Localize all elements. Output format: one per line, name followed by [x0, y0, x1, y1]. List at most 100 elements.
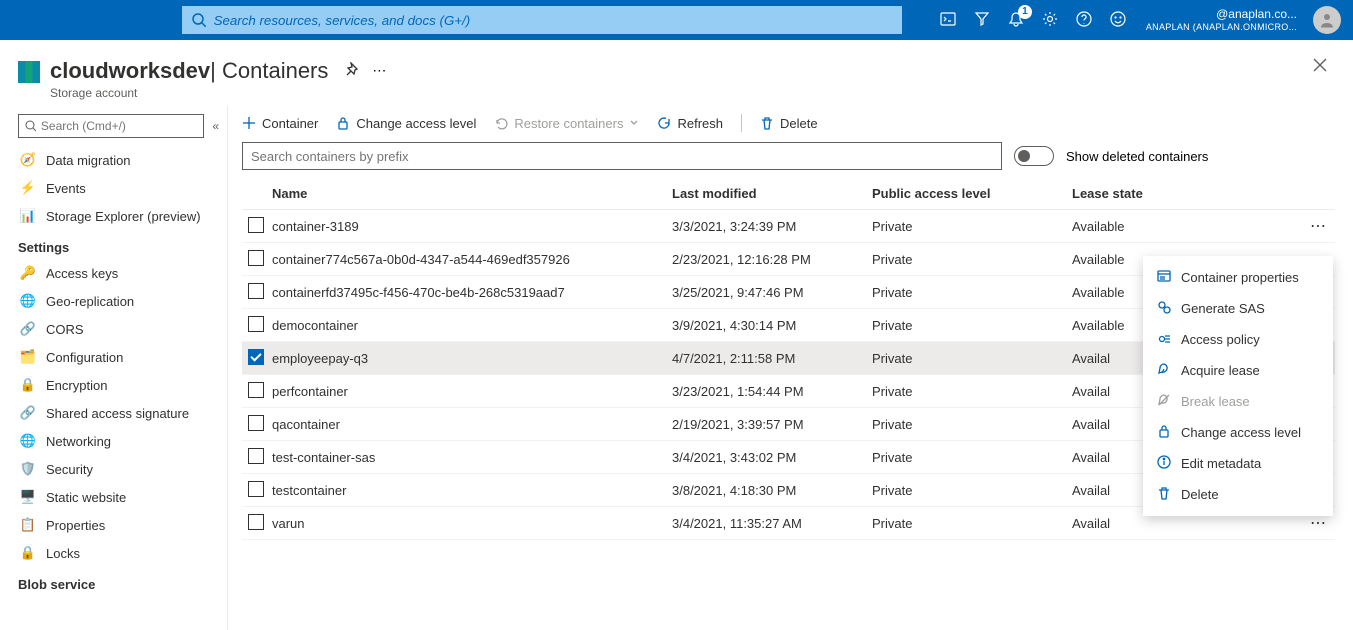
cell-name: varun: [272, 507, 672, 540]
row-checkbox[interactable]: [248, 382, 264, 398]
context-menu-label: Change access level: [1181, 425, 1301, 440]
row-checkbox[interactable]: [248, 217, 264, 233]
global-search-input[interactable]: [214, 13, 892, 28]
prefix-search-input[interactable]: [251, 143, 993, 169]
top-bar: 1 @anaplan.co... ANAPLAN (ANAPLAN.ONMICR…: [0, 0, 1353, 40]
context-menu-item[interactable]: Edit metadata: [1143, 448, 1333, 479]
collapse-sidebar-icon[interactable]: «: [212, 119, 219, 133]
chevron-down-icon: [629, 118, 639, 128]
sidebar-item-label: CORS: [46, 322, 84, 337]
cell-modified: 3/25/2021, 9:47:46 PM: [672, 276, 872, 309]
col-header-modified[interactable]: Last modified: [672, 178, 872, 210]
sidebar-item[interactable]: 🔗 CORS: [0, 315, 227, 343]
show-deleted-label: Show deleted containers: [1066, 149, 1208, 164]
sidebar-item[interactable]: 🖥️Static website: [0, 483, 227, 511]
sidebar-item-icon: 🔒: [20, 545, 36, 561]
toolbar: Container Change access level Restore co…: [242, 106, 1335, 142]
cell-lease: Available: [1072, 210, 1305, 243]
cell-modified: 2/19/2021, 3:39:57 PM: [672, 408, 872, 441]
main-content: Container Change access level Restore co…: [228, 106, 1353, 630]
sidebar-item[interactable]: 🔒Locks: [0, 539, 227, 567]
sidebar-search-input[interactable]: [41, 119, 197, 133]
cell-access: Private: [872, 276, 1072, 309]
directory-filter-icon[interactable]: [974, 11, 990, 30]
sidebar-item[interactable]: 🌐Geo-replication: [0, 287, 227, 315]
close-button[interactable]: [1313, 58, 1327, 75]
sidebar-item-icon: ⚡: [20, 180, 36, 196]
cell-modified: 3/4/2021, 3:43:02 PM: [672, 441, 872, 474]
col-header-lease[interactable]: Lease state: [1072, 178, 1305, 210]
sidebar-item-label: Geo-replication: [46, 294, 134, 309]
row-checkbox[interactable]: [248, 349, 264, 365]
sidebar-item[interactable]: 🔒Encryption: [0, 371, 227, 399]
account-info[interactable]: @anaplan.co... ANAPLAN (ANAPLAN.ONMICRO.…: [1146, 7, 1297, 32]
cell-access: Private: [872, 507, 1072, 540]
sidebar: « 🧭 Data migration ⚡ Events 📊Storage Explore…: [0, 106, 228, 630]
page-subtitle: Storage account: [50, 86, 328, 100]
context-menu-item[interactable]: Acquire lease: [1143, 355, 1333, 386]
row-checkbox[interactable]: [248, 415, 264, 431]
context-menu-item: Break lease: [1143, 386, 1333, 417]
global-search[interactable]: [182, 6, 902, 34]
row-checkbox[interactable]: [248, 514, 264, 530]
sidebar-item-icon: 🔑: [20, 265, 36, 281]
cell-access: Private: [872, 210, 1072, 243]
settings-icon[interactable]: [1042, 11, 1058, 30]
row-checkbox[interactable]: [248, 283, 264, 299]
prefix-search[interactable]: [242, 142, 1002, 170]
refresh-button[interactable]: Refresh: [657, 116, 723, 131]
context-menu-label: Edit metadata: [1181, 456, 1261, 471]
help-icon[interactable]: [1076, 11, 1092, 30]
sidebar-item-label: Security: [46, 462, 93, 477]
sidebar-item[interactable]: 📋Properties: [0, 511, 227, 539]
change-access-button[interactable]: Change access level: [336, 116, 476, 131]
context-menu-item[interactable]: Generate SAS: [1143, 293, 1333, 324]
context-menu-item[interactable]: Container properties: [1143, 262, 1333, 293]
show-deleted-toggle[interactable]: [1014, 146, 1054, 166]
notifications-icon[interactable]: 1: [1008, 11, 1024, 30]
sidebar-item-icon: 🔗: [20, 321, 36, 337]
context-menu-icon: [1157, 331, 1171, 348]
sidebar-item[interactable]: 🔑 Access keys: [0, 259, 227, 287]
more-icon[interactable]: ⋯: [372, 62, 388, 79]
sidebar-search[interactable]: [18, 114, 204, 138]
avatar[interactable]: [1313, 6, 1341, 34]
context-menu-item[interactable]: Change access level: [1143, 417, 1333, 448]
cell-name: testcontainer: [272, 474, 672, 507]
context-menu-item[interactable]: Access policy: [1143, 324, 1333, 355]
row-menu-icon[interactable]: ⋯: [1310, 515, 1327, 532]
context-menu-item[interactable]: Delete: [1143, 479, 1333, 510]
cell-modified: 4/7/2021, 2:11:58 PM: [672, 342, 872, 375]
pin-icon[interactable]: [344, 62, 358, 79]
sidebar-item[interactable]: 📊Storage Explorer (preview): [0, 202, 227, 230]
sidebar-item-icon: 🧭: [20, 152, 36, 168]
col-header-access[interactable]: Public access level: [872, 178, 1072, 210]
cell-name: employeepay-q3: [272, 342, 672, 375]
sidebar-item[interactable]: ⚡ Events: [0, 174, 227, 202]
row-checkbox[interactable]: [248, 481, 264, 497]
sidebar-item[interactable]: 🗂️Configuration: [0, 343, 227, 371]
row-checkbox[interactable]: [248, 316, 264, 332]
row-checkbox[interactable]: [248, 250, 264, 266]
add-container-button[interactable]: Container: [242, 116, 318, 131]
col-header-name[interactable]: Name: [272, 178, 672, 210]
sidebar-item-label: Storage Explorer (preview): [46, 209, 201, 224]
storage-account-icon: [18, 61, 40, 83]
row-checkbox[interactable]: [248, 448, 264, 464]
sidebar-item-label: Access keys: [46, 266, 118, 281]
page-title: cloudworksdev | Containers: [50, 58, 328, 84]
sidebar-item[interactable]: 🌐Networking: [0, 427, 227, 455]
sidebar-item[interactable]: 🔗Shared access signature: [0, 399, 227, 427]
sidebar-item-label: Properties: [46, 518, 105, 533]
feedback-icon[interactable]: [1110, 11, 1126, 30]
cell-modified: 2/23/2021, 12:16:28 PM: [672, 243, 872, 276]
delete-button[interactable]: Delete: [760, 116, 818, 131]
table-row[interactable]: container-3189 3/3/2021, 3:24:39 PM Priv…: [242, 210, 1335, 243]
sidebar-item[interactable]: 🛡️Security: [0, 455, 227, 483]
cloud-shell-icon[interactable]: [940, 11, 956, 30]
sidebar-item-label: Data migration: [46, 153, 131, 168]
sidebar-item[interactable]: 🧭 Data migration: [0, 146, 227, 174]
cell-name: container774c567a-0b0d-4347-a544-469edf3…: [272, 243, 672, 276]
row-menu-icon[interactable]: ⋯: [1310, 218, 1327, 235]
sidebar-item-label: Events: [46, 181, 86, 196]
